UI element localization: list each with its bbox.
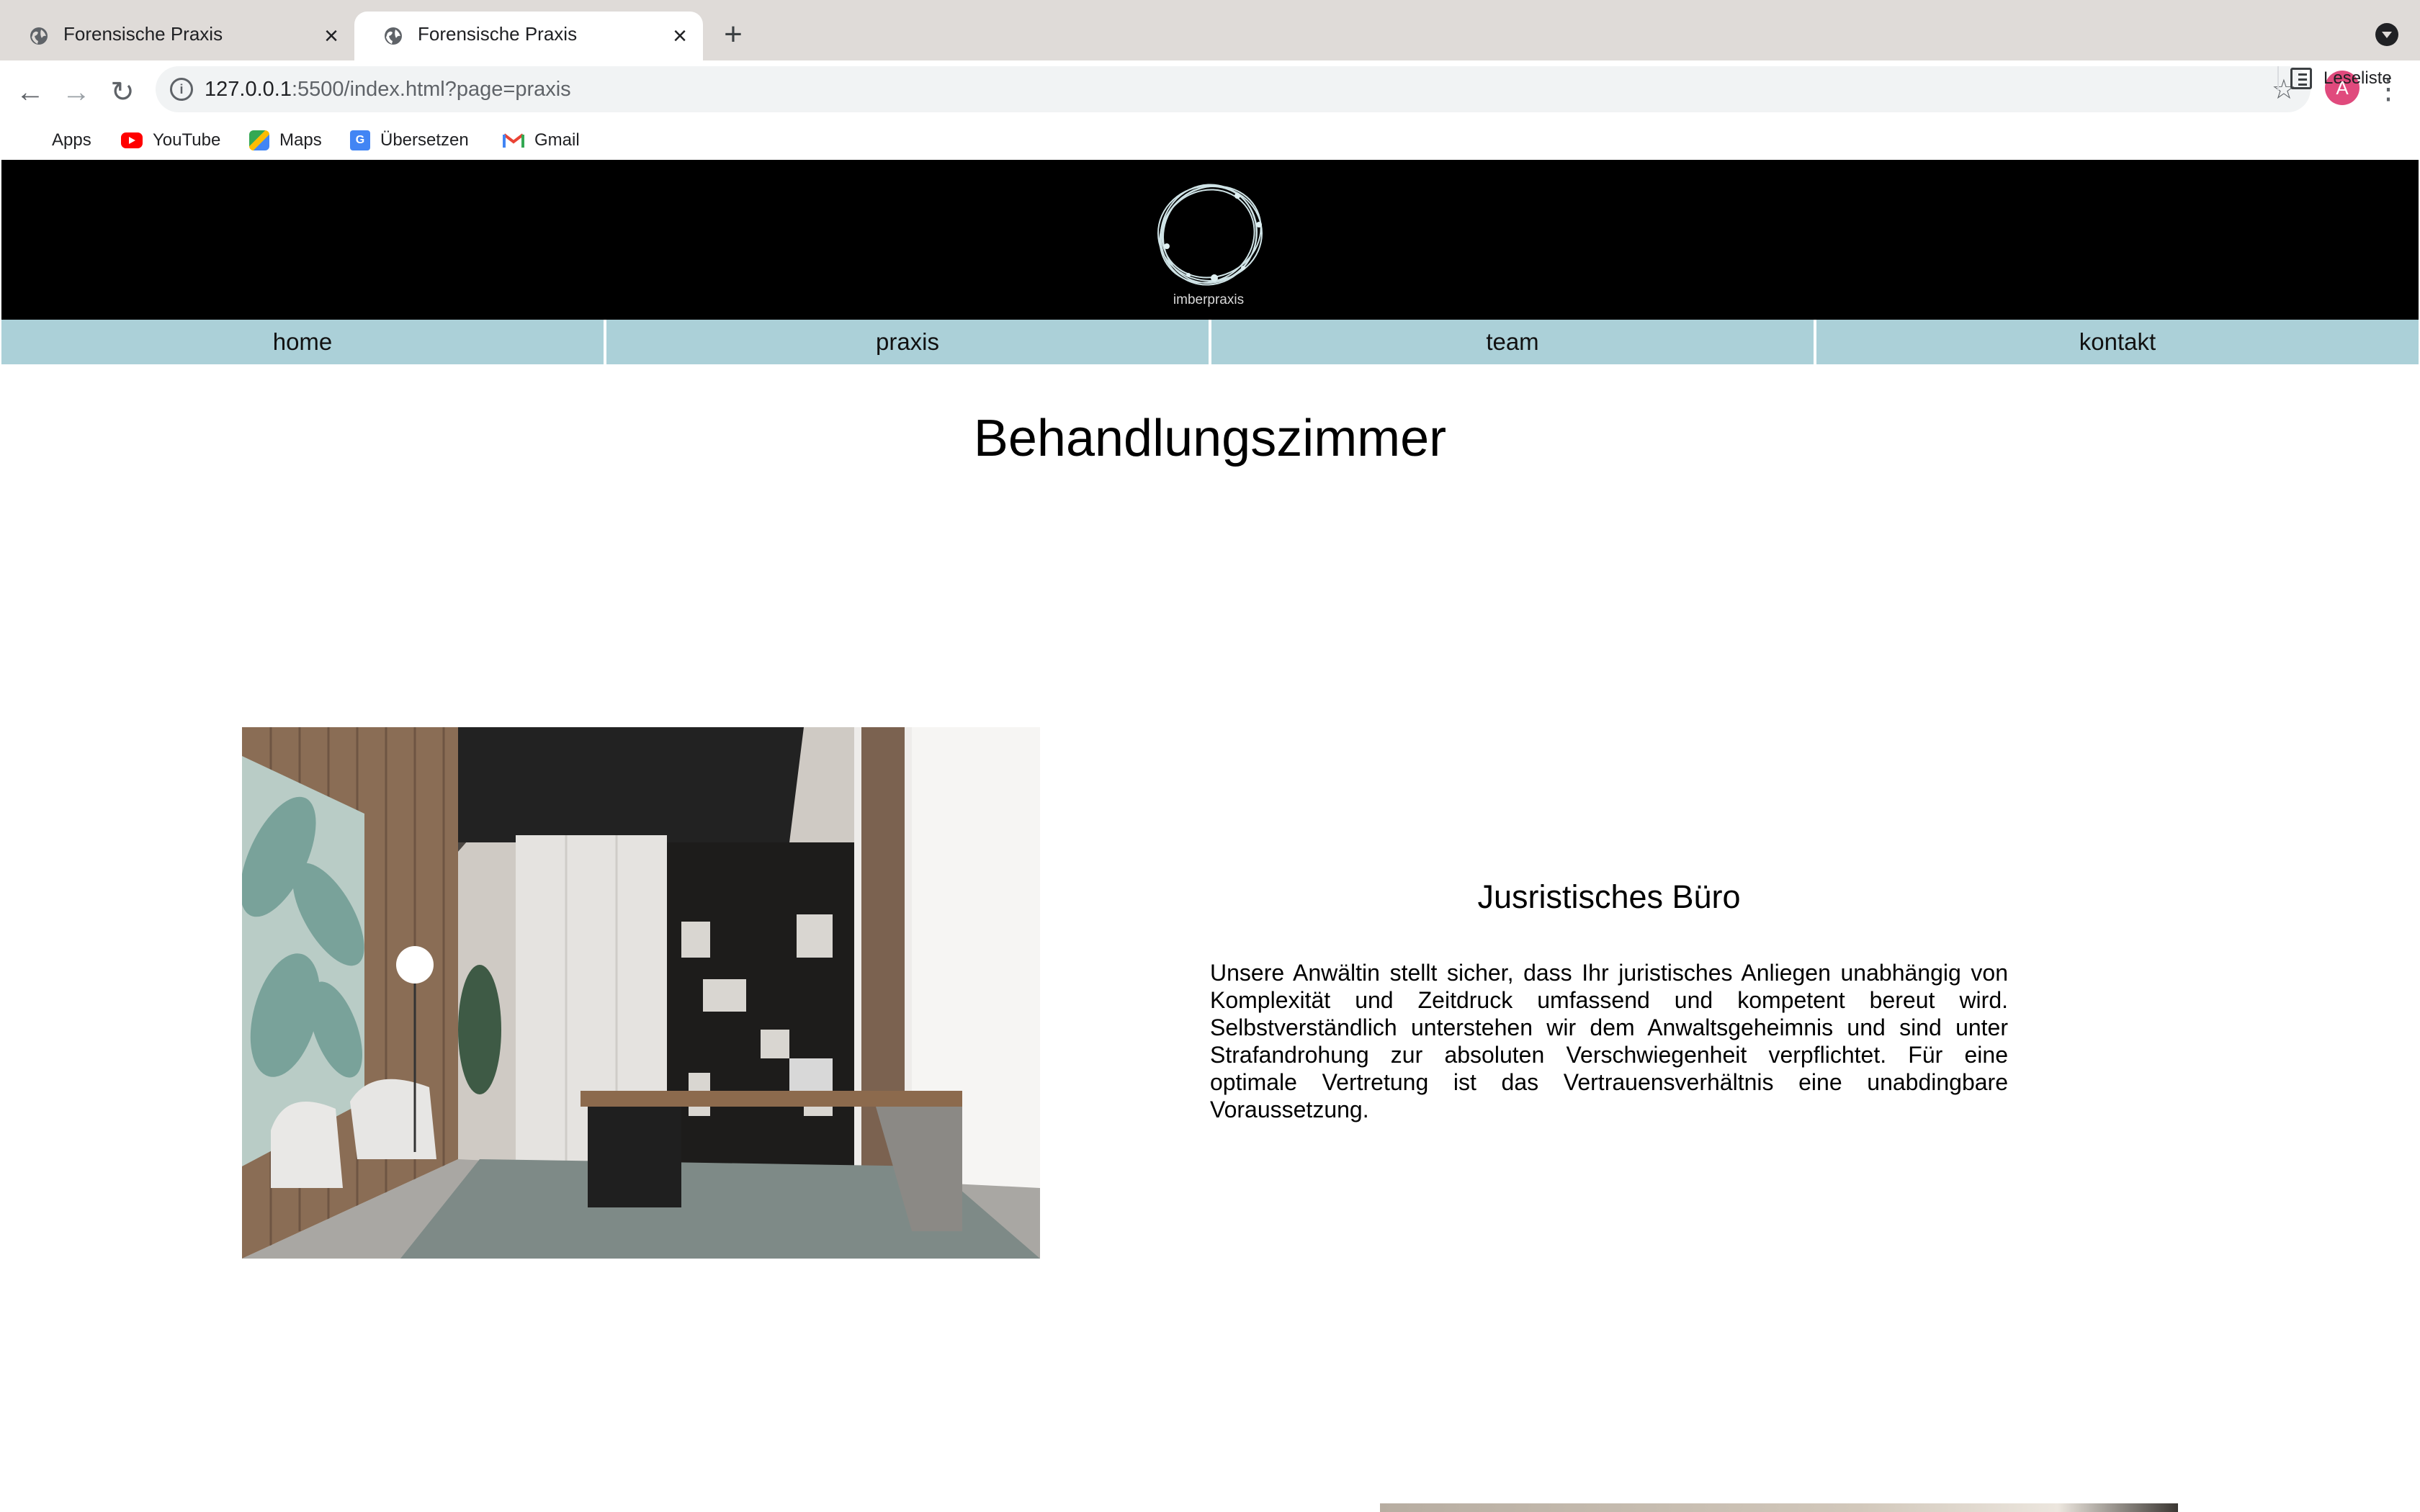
youtube-icon bbox=[121, 132, 143, 148]
logo-text: imberpraxis bbox=[1173, 292, 1245, 307]
new-tab-button[interactable]: + bbox=[717, 19, 749, 50]
page-title: Behandlungszimmer bbox=[973, 410, 1447, 467]
second-photo bbox=[1380, 1503, 2178, 1512]
globe-icon bbox=[385, 27, 402, 45]
nav-praxis[interactable]: praxis bbox=[606, 320, 1211, 364]
address-bar[interactable]: i 127.0.0.1:5500/index.html?page=praxis … bbox=[156, 66, 2311, 112]
apps-grid-icon bbox=[22, 130, 42, 150]
nav-kontakt[interactable]: kontakt bbox=[1816, 320, 2419, 364]
back-icon[interactable]: ← bbox=[7, 69, 53, 115]
logo-circles-icon bbox=[1157, 184, 1263, 286]
main-nav: home praxis team kontakt bbox=[1, 320, 2419, 364]
forward-icon[interactable]: → bbox=[53, 69, 99, 115]
browser-tab-1[interactable]: Forensische Praxis × bbox=[0, 12, 354, 60]
bookmark-translate[interactable]: G Übersetzen bbox=[350, 128, 469, 153]
url-path: :5500/index.html?page=praxis bbox=[291, 78, 571, 101]
office-photo-illustration bbox=[242, 727, 1040, 1259]
url-text[interactable]: 127.0.0.1:5500/index.html?page=praxis bbox=[205, 78, 571, 102]
bookmark-apps[interactable]: Apps bbox=[22, 128, 91, 153]
translate-icon: G bbox=[350, 130, 370, 150]
nav-team[interactable]: team bbox=[1211, 320, 1816, 364]
bookmark-label: Apps bbox=[52, 130, 91, 150]
maps-icon bbox=[249, 130, 269, 150]
site-logo[interactable]: imberpraxis bbox=[1151, 183, 1266, 312]
tab-title: Forensische Praxis bbox=[63, 23, 223, 45]
bookmark-label: Übersetzen bbox=[380, 130, 469, 150]
browser-tab-2[interactable]: Forensische Praxis × bbox=[354, 12, 703, 60]
bookmark-maps[interactable]: Maps bbox=[249, 128, 322, 153]
bookmarks-divider bbox=[2277, 66, 2279, 91]
nav-home[interactable]: home bbox=[1, 320, 606, 364]
section-heading: Jusristisches Büro bbox=[1477, 878, 1741, 915]
office-photo bbox=[242, 727, 1040, 1259]
close-tab-icon[interactable]: × bbox=[666, 22, 694, 50]
bookmark-gmail[interactable]: Gmail bbox=[503, 128, 580, 153]
site-info-icon[interactable]: i bbox=[170, 78, 193, 101]
bookmarks-bar: Apps YouTube Maps G Übersetzen Gmail bbox=[0, 118, 2420, 161]
bookmark-label: Gmail bbox=[534, 130, 580, 150]
reading-list-label: Leseliste bbox=[2323, 68, 2392, 88]
close-tab-icon[interactable]: × bbox=[317, 22, 346, 50]
tab-title: Forensische Praxis bbox=[418, 23, 578, 45]
url-host: 127.0.0.1 bbox=[205, 78, 292, 101]
bookmark-youtube[interactable]: YouTube bbox=[121, 128, 220, 153]
bookmark-label: YouTube bbox=[153, 130, 221, 150]
browser-toolbar: ← → ↻ i 127.0.0.1:5500/index.html?page=p… bbox=[0, 60, 2420, 173]
reading-list-icon bbox=[2290, 68, 2312, 89]
tab-search-icon[interactable] bbox=[2375, 23, 2398, 46]
bookmark-label: Maps bbox=[279, 130, 322, 150]
reload-icon[interactable]: ↻ bbox=[99, 69, 145, 115]
reading-list-button[interactable]: Leseliste bbox=[2290, 68, 2392, 89]
globe-icon bbox=[30, 27, 48, 45]
section-text: Unsere Anwältin stellt sicher, dass Ihr … bbox=[1210, 960, 2008, 1122]
tab-strip: Forensische Praxis × Forensische Praxis … bbox=[0, 0, 2420, 60]
gmail-icon bbox=[503, 133, 524, 148]
